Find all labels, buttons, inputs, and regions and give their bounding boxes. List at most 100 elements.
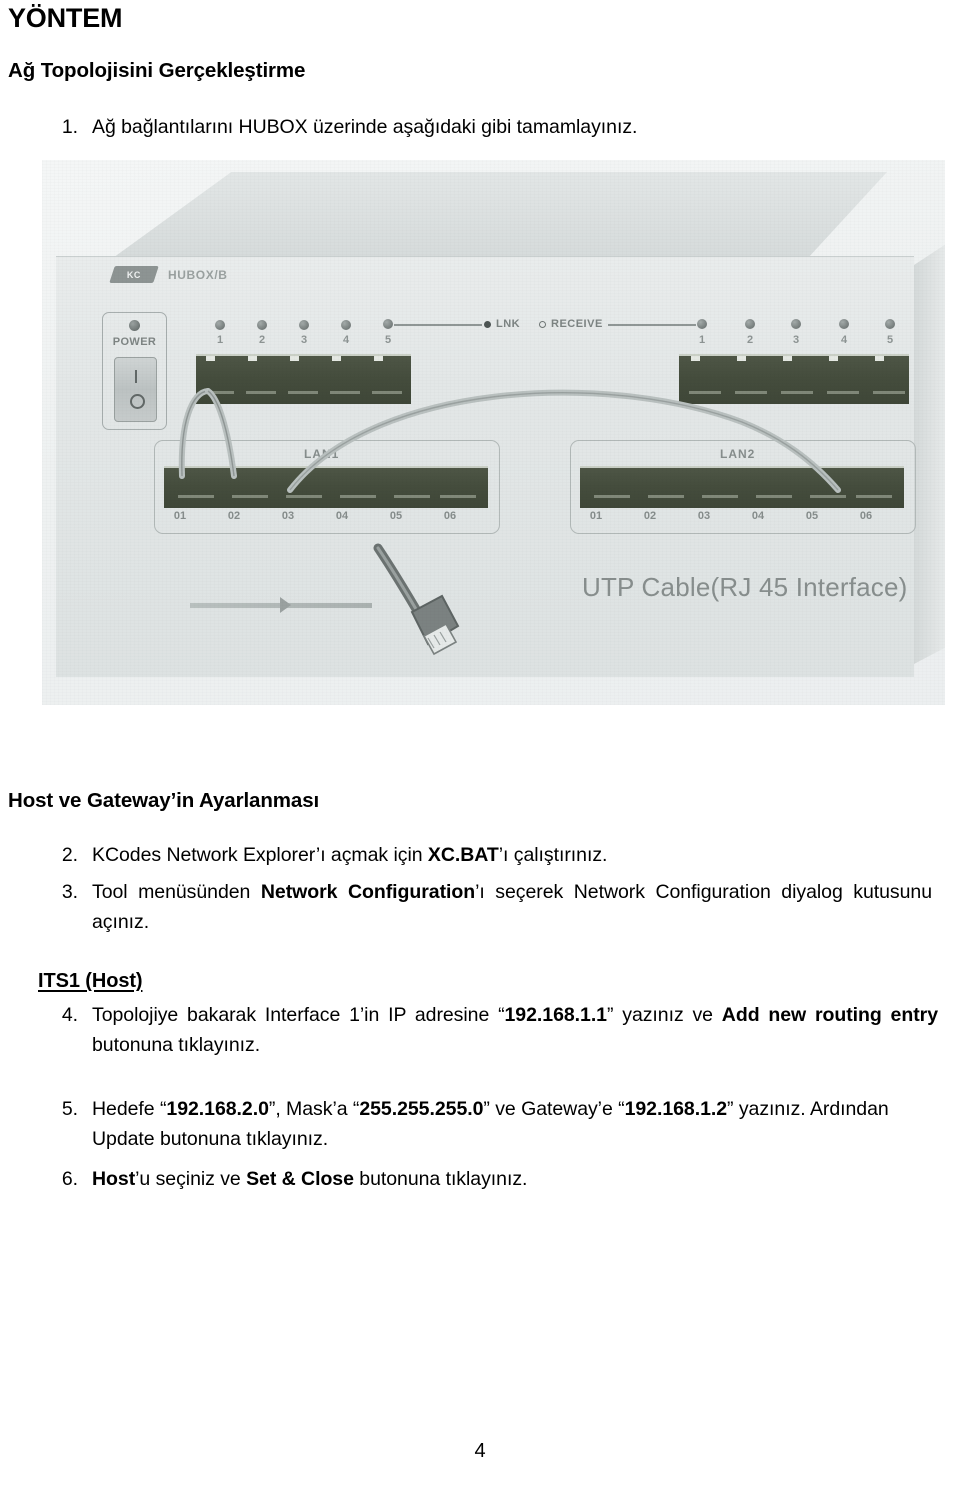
led-right-3-icon — [791, 319, 801, 329]
document-page: YÖNTEM Ağ Topolojisini Gerçekleştirme 1.… — [0, 0, 960, 1495]
power-off-symbol-icon — [130, 394, 145, 409]
lan1-port-01: 01 — [173, 510, 187, 522]
led-right-1-icon — [697, 319, 707, 329]
list-item-6-part1: ’u seçiniz ve — [135, 1168, 247, 1190]
list-item-4-part3: butonuna tıklayınız. — [92, 1034, 261, 1056]
legend-leader-right — [608, 324, 696, 326]
list-item-2-part1: KCodes Network Explorer’ı açmak için — [92, 844, 428, 866]
list-item-6: 6. Host’u seçiniz ve Set & Close butonun… — [52, 1164, 942, 1194]
list-item-1-number: 1. — [61, 116, 78, 138]
list-item-2-number: 2. — [61, 844, 78, 866]
list-item-5: 5. Hedefe “192.168.2.0”, Mask’a “255.255… — [52, 1094, 942, 1154]
led-right-3-number: 3 — [792, 334, 800, 346]
lan1-port-05: 05 — [389, 510, 403, 522]
device-top-face — [112, 172, 887, 258]
rj45-connector-icon — [373, 543, 460, 656]
top-port-bank-left — [196, 354, 411, 404]
list-item-6-bold-set-close: Set & Close — [246, 1168, 354, 1190]
brand-logo-text: KC — [127, 269, 141, 280]
lan2-port-02: 02 — [643, 510, 657, 522]
lan2-port-bank — [580, 466, 904, 508]
led-right-5-number: 5 — [886, 334, 894, 346]
lan1-port-04: 04 — [335, 510, 349, 522]
led-left-5-icon — [383, 319, 393, 329]
list-item-5-bold-destination: 192.168.2.0 — [166, 1098, 269, 1120]
power-on-symbol-icon — [134, 370, 137, 383]
list-item-3: 3. Tool menüsünden Network Configuration… — [52, 877, 932, 937]
lan2-port-03: 03 — [697, 510, 711, 522]
list-item-6-part2: butonuna tıklayınız. — [353, 1168, 528, 1190]
led-right-1-number: 1 — [698, 334, 706, 346]
legend-leader-left — [394, 324, 482, 326]
lan1-port-02: 02 — [227, 510, 241, 522]
list-item-4-part2: ” yazınız ve — [606, 1004, 722, 1026]
led-right-2-number: 2 — [746, 334, 754, 346]
led-left-2-number: 2 — [258, 334, 266, 346]
utp-arrow-icon — [280, 597, 291, 613]
lan1-port-03: 03 — [281, 510, 295, 522]
list-item-5-part1: Hedefe “ — [92, 1098, 167, 1120]
list-item-5-part3: ” ve Gateway’e “ — [483, 1098, 625, 1120]
list-item-4-text: Topolojiye bakarak Interface 1’in IP adr… — [92, 1000, 938, 1060]
power-switch[interactable] — [114, 357, 157, 422]
led-left-3-number: 3 — [300, 334, 308, 346]
page-title: YÖNTEM — [8, 3, 123, 33]
lan1-title: LAN1 — [304, 447, 340, 461]
list-item-2: 2. KCodes Network Explorer’ı açmak için … — [52, 840, 932, 870]
list-item-4-bold-add-new-routing-entry: Add new routing entry — [721, 1004, 938, 1026]
lan2-title: LAN2 — [720, 447, 756, 461]
power-led-icon — [129, 320, 140, 331]
led-right-5-icon — [885, 319, 895, 329]
led-left-1-icon — [215, 320, 225, 330]
lan2-port-06: 06 — [859, 510, 873, 522]
list-item-5-bold-gateway: 192.168.1.2 — [624, 1098, 728, 1120]
list-item-2-text: KCodes Network Explorer’ı açmak için XC.… — [92, 840, 932, 870]
led-left-3-icon — [299, 320, 309, 330]
brand-logo-icon: KC — [109, 266, 159, 283]
led-left-2-icon — [257, 320, 267, 330]
page-number: 4 — [474, 1440, 486, 1462]
list-item-2-bold-xcbat: XC.BAT — [427, 844, 499, 866]
power-label: POWER — [112, 336, 157, 348]
top-port-bank-right — [679, 354, 909, 404]
legend-receive-label: RECEIVE — [551, 318, 603, 330]
lan1-port-bank — [164, 466, 488, 508]
list-item-5-number: 5. — [61, 1098, 78, 1120]
list-item-3-text: Tool menüsünden Network Configuration’ı … — [92, 877, 932, 937]
lan2-port-04: 04 — [751, 510, 765, 522]
legend-receive-dot-icon — [539, 321, 546, 328]
led-left-4-icon — [341, 320, 351, 330]
device-model-label: HUBOX/B — [168, 268, 228, 282]
list-item-6-text: Host’u seçiniz ve Set & Close butonuna t… — [92, 1164, 942, 1194]
led-right-4-icon — [839, 319, 849, 329]
section-heading-topology: Ağ Topolojisini Gerçekleştirme — [8, 59, 306, 82]
list-item-4-number: 4. — [61, 1004, 78, 1026]
legend-link-label: LNK — [496, 318, 521, 330]
list-item-4-bold-ip: 192.168.1.1 — [504, 1004, 608, 1026]
list-item-4-part1: Topolojiye bakarak Interface 1’in IP adr… — [92, 1004, 505, 1026]
device-right-face — [914, 244, 945, 664]
list-item-6-bold-host: Host — [92, 1168, 136, 1190]
led-right-2-icon — [745, 319, 755, 329]
list-item-2-part2: ’ı çalıştırınız. — [498, 844, 608, 866]
hubox-device-photo: KC HUBOX/B POWER 1 2 3 4 5 LNK RECEIVE 1… — [42, 160, 945, 705]
list-item-5-part2: ”, Mask’a “ — [268, 1098, 360, 1120]
power-section: POWER — [102, 312, 167, 430]
lan1-port-06: 06 — [443, 510, 457, 522]
list-item-3-part1: Tool menüsünden — [92, 881, 261, 903]
list-item-6-number: 6. — [61, 1168, 78, 1190]
list-item-5-text: Hedefe “192.168.2.0”, Mask’a “255.255.25… — [92, 1094, 942, 1154]
lan2-port-05: 05 — [805, 510, 819, 522]
list-item-4: 4. Topolojiye bakarak Interface 1’in IP … — [52, 1000, 938, 1060]
list-item-1-text: Ağ bağlantılarını HUBOX üzerinde aşağıda… — [92, 116, 638, 138]
led-right-4-number: 4 — [840, 334, 848, 346]
list-item-3-bold-network-configuration: Network Configuration — [260, 881, 476, 903]
led-left-1-number: 1 — [216, 334, 224, 346]
lan2-port-01: 01 — [589, 510, 603, 522]
led-left-5-number: 5 — [384, 334, 392, 346]
utp-cable-caption: UTP Cable(RJ 45 Interface) — [582, 572, 908, 602]
section-heading-host-gateway: Host ve Gateway’in Ayarlanması — [8, 789, 320, 812]
list-item-3-number: 3. — [61, 881, 78, 903]
list-item-1: 1. Ağ bağlantılarını HUBOX üzerinde aşağ… — [52, 112, 912, 142]
led-left-4-number: 4 — [342, 334, 350, 346]
